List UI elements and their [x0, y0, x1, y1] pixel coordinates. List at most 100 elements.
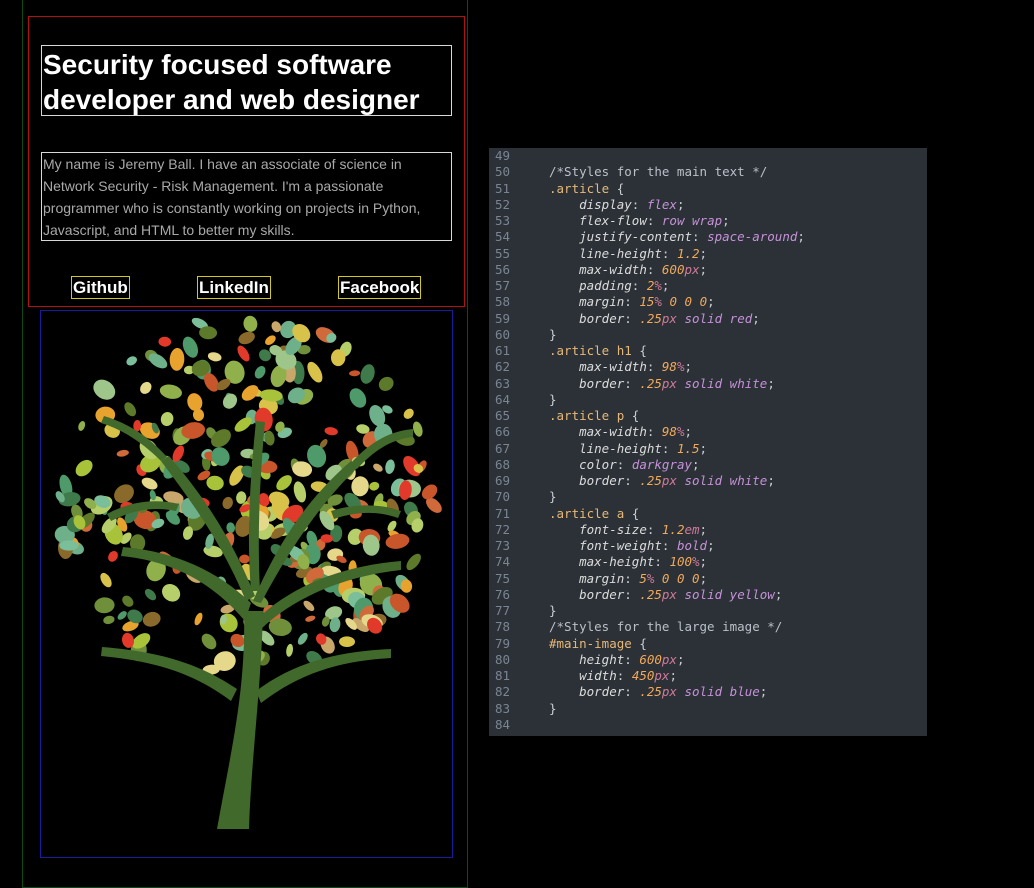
code-line[interactable]: 79 #main-image {: [489, 636, 927, 652]
line-number: 58: [495, 294, 511, 310]
code-line[interactable]: 69 border: .25px solid white;: [489, 473, 927, 489]
linkedin-link[interactable]: LinkedIn: [197, 276, 271, 299]
leaf-shape: [286, 643, 294, 657]
code-line[interactable]: 55 line-height: 1.2;: [489, 246, 927, 262]
code-line[interactable]: 75 margin: 5% 0 0 0;: [489, 571, 927, 587]
code-text: }: [549, 489, 557, 505]
leaf-shape: [243, 315, 258, 332]
code-line[interactable]: 61 .article h1 {: [489, 343, 927, 359]
line-number: 79: [495, 635, 511, 651]
code-text: max-width: 98%;: [579, 359, 693, 375]
code-line[interactable]: 53 flex-flow: row wrap;: [489, 213, 927, 229]
code-line[interactable]: 57 padding: 2%;: [489, 278, 927, 294]
code-line[interactable]: 50 /*Styles for the main text */: [489, 164, 927, 180]
code-line[interactable]: 77}: [489, 603, 927, 619]
main-image: [40, 310, 453, 858]
code-text: .article p {: [549, 408, 640, 423]
line-number: 49: [495, 148, 511, 163]
leaf-shape: [305, 615, 316, 622]
code-line[interactable]: 51 .article {: [489, 181, 927, 197]
leaf-shape: [141, 477, 158, 490]
code-line[interactable]: 71 .article a {: [489, 506, 927, 522]
code-text: border: .25px solid yellow;: [579, 586, 783, 602]
leaf-shape: [378, 376, 394, 391]
code-line[interactable]: 82 border: .25px solid blue;: [489, 684, 927, 700]
code-line[interactable]: 64}: [489, 392, 927, 408]
leaf-shape: [169, 348, 185, 371]
leaf-shape: [239, 554, 250, 564]
code-line[interactable]: 65 .article p {: [489, 408, 927, 424]
code-text: font-weight: bold;: [579, 538, 715, 553]
code-line[interactable]: 80 height: 600px;: [489, 652, 927, 668]
code-text: flex-flow: row wrap;: [579, 213, 730, 228]
line-number: 62: [495, 359, 511, 375]
line-number: 53: [495, 213, 511, 228]
code-text: .article h1 {: [549, 343, 647, 358]
leaf-shape: [207, 352, 222, 362]
code-line[interactable]: 73 font-weight: bold;: [489, 538, 927, 554]
leaf-shape: [349, 370, 361, 377]
code-editor-panel[interactable]: 49 50 /*Styles for the main text */ 51 .arti…: [489, 148, 927, 736]
code-text: width: 450px;: [579, 668, 677, 683]
code-line[interactable]: 66 max-width: 98%;: [489, 424, 927, 440]
leaf-shape: [75, 459, 93, 477]
code-line[interactable]: 74 max-height: 100%;: [489, 554, 927, 570]
code-line[interactable]: 81 width: 450px;: [489, 668, 927, 684]
leaf-shape: [158, 336, 172, 347]
code-text: }: [549, 700, 557, 716]
line-number: 54: [495, 229, 511, 245]
leaf-shape: [385, 459, 395, 474]
code-line[interactable]: 59 border: .25px solid red;: [489, 311, 927, 327]
code-line[interactable]: 68 color: darkgray;: [489, 457, 927, 473]
leaf-shape: [406, 553, 421, 571]
leaf-shape: [122, 595, 134, 607]
code-line[interactable]: 58 margin: 15% 0 0 0;: [489, 294, 927, 310]
code-text: border: .25px solid white;: [579, 375, 775, 391]
code-text: .article {: [549, 180, 625, 196]
leaf-shape: [237, 345, 250, 362]
leaf-shape: [201, 633, 217, 650]
leaf-shape: [373, 463, 383, 472]
code-line[interactable]: 52 display: flex;: [489, 197, 927, 213]
code-line[interactable]: 72 font-size: 1.2em;: [489, 522, 927, 538]
line-number: 65: [495, 408, 511, 423]
line-number: 81: [495, 668, 511, 683]
code-line[interactable]: 49: [489, 148, 927, 164]
line-number: 59: [495, 310, 511, 326]
code-line[interactable]: 70}: [489, 489, 927, 505]
leaf-shape: [142, 611, 161, 627]
leaf-shape: [160, 411, 174, 427]
leaf-shape: [103, 615, 115, 625]
leaf-shape: [307, 361, 323, 383]
article-section: Security focused software developer and …: [28, 16, 465, 307]
leaf-shape: [140, 381, 152, 394]
leaf-shape: [59, 540, 79, 551]
leaf-shape: [403, 408, 414, 419]
github-link[interactable]: Github: [71, 276, 130, 299]
code-line[interactable]: 56 max-width: 600px;: [489, 262, 927, 278]
leaf-shape: [144, 588, 157, 601]
line-number: 50: [495, 164, 511, 180]
code-line[interactable]: 62 max-width: 98%;: [489, 359, 927, 375]
leaf-shape: [264, 430, 275, 446]
line-number: 75: [495, 570, 511, 586]
code-line[interactable]: 67 line-height: 1.5;: [489, 441, 927, 457]
leaf-shape: [254, 366, 266, 379]
intro-paragraph: My name is Jeremy Ball. I have an associ…: [41, 152, 452, 241]
code-line[interactable]: 84: [489, 717, 927, 733]
leaf-shape: [226, 522, 236, 534]
code-line[interactable]: 78 /*Styles for the large image */: [489, 619, 927, 635]
code-text: line-height: 1.5;: [579, 440, 708, 456]
code-line[interactable]: 54 justify-content: space-around;: [489, 229, 927, 245]
line-number: 67: [495, 440, 511, 456]
facebook-link[interactable]: Facebook: [338, 276, 422, 299]
code-line[interactable]: 63 border: .25px solid white;: [489, 376, 927, 392]
leaf-shape: [360, 364, 375, 384]
leaf-shape: [126, 356, 137, 366]
code-line[interactable]: 83}: [489, 701, 927, 717]
line-number: 71: [495, 505, 511, 521]
code-line[interactable]: 76 border: .25px solid yellow;: [489, 587, 927, 603]
line-number: 61: [495, 343, 511, 358]
code-line[interactable]: 60}: [489, 327, 927, 343]
